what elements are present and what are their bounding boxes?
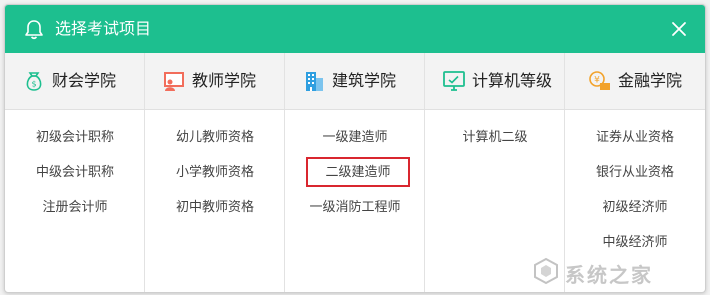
exam-item[interactable]: 一级消防工程师	[285, 199, 425, 217]
watermark-text: 系统之家	[565, 263, 653, 287]
dialog-header: 选择考试项目	[5, 5, 705, 53]
exam-item[interactable]: 中级会计职称	[5, 164, 145, 182]
coin-card-icon: ¥	[589, 71, 610, 90]
svg-text:$: $	[31, 80, 36, 89]
tab-label: 建筑学院	[332, 71, 397, 90]
teacher-board-icon	[164, 72, 184, 91]
monitor-icon	[443, 71, 465, 91]
exam-item[interactable]: 一级建造师	[285, 129, 425, 147]
tab-label: 财会学院	[52, 71, 117, 90]
column-teacher: 幼儿教师资格 小学教师资格 初中教师资格	[145, 110, 285, 292]
exam-item[interactable]: 初中教师资格	[145, 199, 285, 217]
watermark-logo-icon	[534, 257, 558, 285]
column-architecture: 一级建造师 二级建造师 一级消防工程师	[285, 110, 425, 292]
category-tabs: $ 财会学院 教师学院 建筑学院 计算机等级 ¥ 金融学院	[5, 53, 705, 110]
svg-text:¥: ¥	[594, 76, 600, 86]
tab-computer[interactable]: 计算机等级	[425, 53, 565, 109]
tab-label: 计算机等级	[472, 71, 553, 90]
column-finance: 初级会计职称 中级会计职称 注册会计师	[5, 110, 145, 292]
exam-item[interactable]: 证券从业资格	[565, 129, 705, 147]
exam-item-highlighted[interactable]: 二级建造师	[306, 157, 410, 187]
exam-item[interactable]: 幼儿教师资格	[145, 129, 285, 147]
exam-item[interactable]: 初级经济师	[565, 199, 705, 217]
exam-item[interactable]: 初级会计职称	[5, 129, 145, 147]
exam-item[interactable]: 小学教师资格	[145, 164, 285, 182]
tab-label: 金融学院	[618, 71, 683, 90]
tab-label: 教师学院	[192, 71, 257, 90]
exam-item[interactable]: 注册会计师	[5, 199, 145, 217]
tab-architecture[interactable]: 建筑学院	[285, 53, 425, 109]
tab-finance-institute[interactable]: ¥ 金融学院	[565, 53, 705, 109]
bell-icon	[25, 20, 43, 40]
close-icon[interactable]	[669, 19, 689, 39]
exam-selection-dialog: 选择考试项目 $ 财会学院 教师学院 建筑学院 计算机等级 ¥ 金融学院 初级会…	[4, 4, 706, 293]
exam-item[interactable]: 中级经济师	[565, 234, 705, 252]
building-icon	[306, 72, 323, 91]
tab-finance[interactable]: $ 财会学院	[5, 53, 145, 109]
site-watermark: 系统之家	[529, 254, 699, 288]
exam-item[interactable]: 计算机二级	[425, 129, 565, 147]
exam-item[interactable]: 银行从业资格	[565, 164, 705, 182]
dialog-title: 选择考试项目	[55, 19, 152, 38]
tab-teacher[interactable]: 教师学院	[145, 53, 285, 109]
money-bag-icon: $	[26, 72, 42, 91]
